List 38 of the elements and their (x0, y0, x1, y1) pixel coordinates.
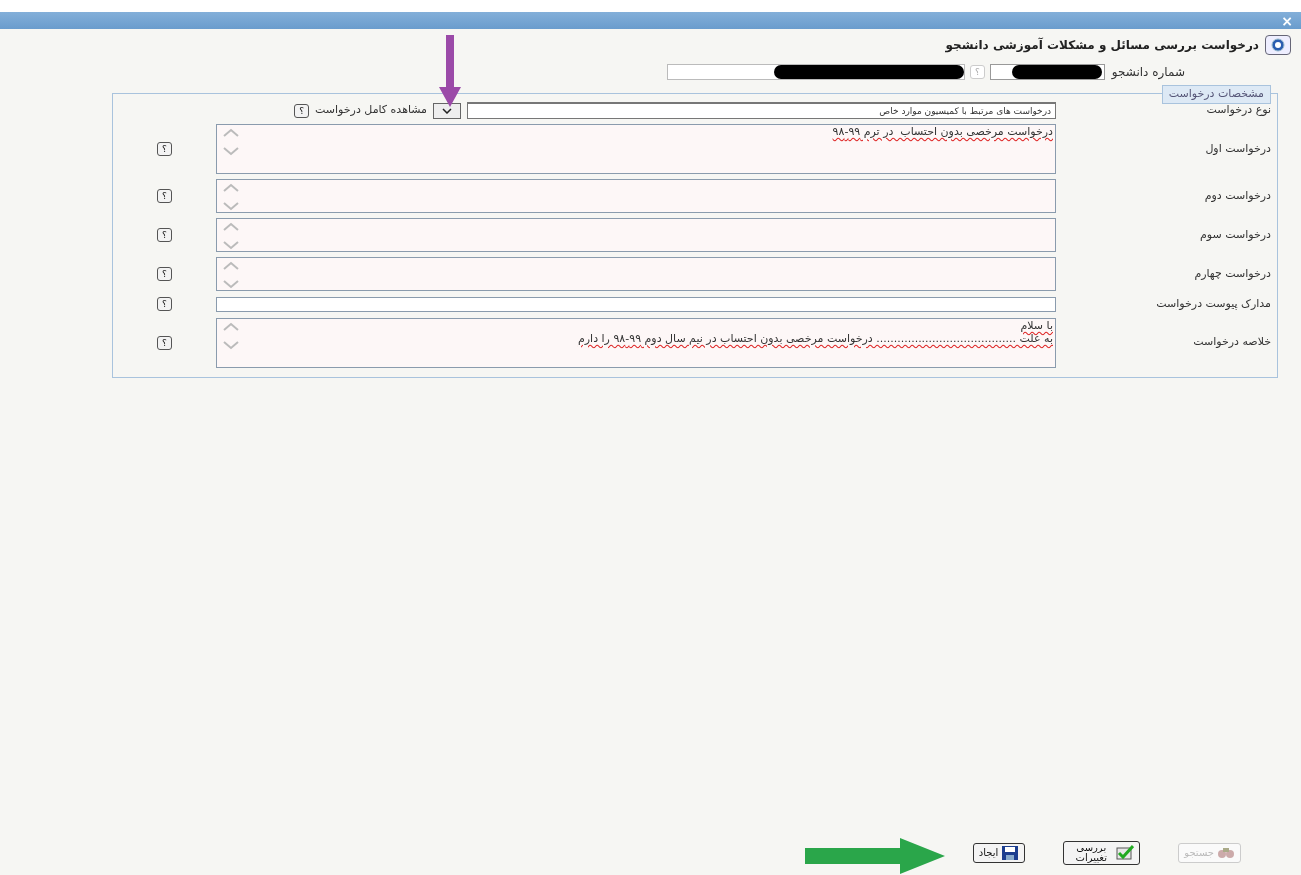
field-label: درخواست سوم (1199, 226, 1272, 243)
binoculars-icon (1217, 845, 1235, 861)
text-area[interactable]: درخواست مرخصی بدون احتساب در ترم ۹۹-۹۸ (216, 124, 1056, 174)
create-button[interactable]: ایجاد (972, 843, 1026, 863)
help-button[interactable]: ؟ (157, 189, 172, 203)
field-label: شماره دانشجو (1111, 64, 1185, 81)
help-button[interactable]: ؟ (157, 228, 172, 242)
attachment-field[interactable] (216, 296, 1056, 312)
text-area[interactable] (216, 218, 1056, 252)
down-arrow-icon (439, 35, 461, 107)
checkmark-icon (1116, 845, 1135, 861)
field-label: درخواست دوم (1203, 187, 1272, 204)
text-area[interactable] (216, 179, 1056, 213)
chevron-down-icon (442, 107, 452, 114)
review-changes-button[interactable]: بررسی تغییرات (1063, 841, 1141, 865)
help-button[interactable]: ؟ (157, 267, 172, 281)
field-label: مدارک پیوست درخواست (1155, 296, 1272, 312)
field-label: درخواست اول (1204, 140, 1272, 157)
help-button[interactable]: ؟ (157, 335, 172, 350)
help-button[interactable]: ؟ (157, 297, 172, 312)
help-icon[interactable] (1265, 35, 1291, 55)
field-label: درخواست چهارم (1193, 265, 1272, 282)
student-name-field[interactable] (667, 64, 965, 80)
page-title: درخواست بررسی مسائل و مشکلات آموزشی دانشجو (945, 36, 1259, 54)
right-arrow-icon (805, 838, 945, 874)
field-label: نوع درخواست (1205, 102, 1272, 119)
request-type-select[interactable]: درخواست های مرتبط با کمیسیون موارد خاص (467, 102, 1056, 119)
field-label: خلاصه درخواست (1192, 334, 1272, 351)
view-full-label: مشاهده کامل درخواست (315, 102, 427, 119)
section-legend: مشخصات درخواست (1161, 85, 1271, 104)
text-area[interactable] (216, 257, 1056, 291)
help-button[interactable]: ؟ (294, 103, 310, 118)
save-icon (1001, 845, 1020, 861)
help-circle-icon (1271, 38, 1285, 52)
text-area[interactable]: با سلام به علت ........................................ درخواست مرخصی بدون احتساب در نیم سال دوم ۹۹-۹۸ را دارم (216, 317, 1056, 368)
help-button[interactable]: ؟ (157, 142, 172, 156)
student-number-field[interactable] (989, 64, 1105, 80)
dropdown-button[interactable] (433, 102, 461, 119)
